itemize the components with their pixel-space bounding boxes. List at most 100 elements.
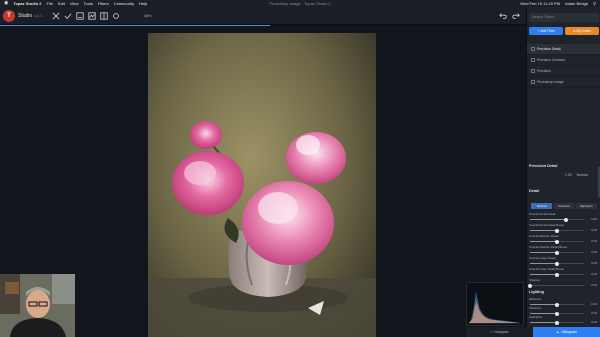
navigator-icon: □ (490, 330, 493, 334)
lighting-slider[interactable]: Highlights 0.00 (529, 315, 599, 327)
slider-value[interactable]: 0.00 (591, 228, 597, 232)
undo-icon[interactable] (498, 11, 507, 20)
lighting-section: Lighting (527, 290, 600, 294)
layer-item[interactable]: Precision Contrast (527, 55, 600, 66)
slider-label: Shadows (529, 306, 542, 310)
slider-value[interactable]: 0.00 (591, 283, 597, 287)
image-canvas[interactable] (0, 26, 526, 337)
studio-version: 4.4.3 (33, 12, 43, 18)
slider-value[interactable]: 0.66 (591, 217, 597, 221)
layer-item[interactable]: Precision (527, 66, 600, 77)
tab-shadows[interactable]: Shadows (553, 203, 575, 209)
slider-handle[interactable] (555, 228, 559, 233)
looks-icon: ● (573, 29, 576, 33)
navigator-label: Navigator (494, 330, 509, 334)
menu-help[interactable]: Help (139, 1, 147, 6)
menu-file[interactable]: File (47, 1, 53, 6)
layer-item[interactable]: Precision Detail (527, 44, 600, 55)
slider-label: Overall Small Detail Boost (529, 223, 564, 227)
histogram-view (466, 282, 524, 326)
slider-handle[interactable] (563, 217, 568, 222)
slider-handle[interactable] (528, 283, 532, 288)
layer-label: Precision (537, 69, 551, 73)
redo-icon[interactable] (511, 11, 520, 20)
slider-handle[interactable] (555, 261, 559, 266)
menu-tools[interactable]: Tools (84, 1, 93, 6)
undo-redo-group (498, 11, 520, 20)
studio-name: Studio (18, 12, 33, 19)
preview-icon[interactable] (87, 11, 96, 20)
compare-icon[interactable] (75, 11, 84, 20)
slider-value[interactable]: 0.00 (591, 272, 597, 276)
slider-track[interactable] (528, 283, 584, 288)
slider-fill (530, 252, 557, 253)
slider-handle[interactable] (555, 239, 559, 244)
mask-icon[interactable] (63, 11, 72, 20)
visibility-icon[interactable] (531, 47, 535, 51)
topaz-logo-icon[interactable]: T (3, 9, 15, 22)
slider-handle[interactable] (555, 320, 559, 325)
studio-label: Studio 4.4.3 (18, 13, 42, 19)
detail-section-title[interactable]: Detail (529, 189, 539, 193)
layer-list: Precision Detail Precision Contrast Prec… (527, 44, 600, 88)
layer-item[interactable]: Photoshop Image (527, 77, 600, 88)
looks-button[interactable]: ● My Looks (565, 27, 599, 35)
slider-fill (530, 219, 566, 220)
opacity-value[interactable]: 1.00 (565, 173, 572, 177)
painted-peony-image[interactable] (148, 33, 376, 337)
slider-track[interactable] (530, 302, 584, 307)
slider-label: Overall Medium Detail (529, 234, 559, 238)
slider-track[interactable] (530, 250, 584, 255)
menu-filters[interactable]: Filters (98, 1, 109, 6)
slider-handle[interactable] (555, 250, 559, 255)
visibility-icon[interactable] (531, 58, 535, 62)
menu-view[interactable]: View (70, 1, 79, 6)
slider-value[interactable]: 0.00 (591, 261, 597, 265)
detail-tabs: Normal Shadows Highlights (531, 203, 597, 209)
tab-normal[interactable]: Normal (531, 203, 553, 209)
slider-track[interactable] (530, 217, 584, 222)
slider-value[interactable]: 0.00 (591, 250, 597, 254)
menubar-user[interactable]: Adam Bridge (565, 1, 588, 6)
slider-value[interactable]: 0.00 (591, 320, 597, 324)
slider-track[interactable] (530, 239, 584, 244)
looks-label: My Looks (576, 29, 591, 33)
slider-fill (530, 304, 557, 305)
main-toolbar: T Studio 4.4.3 48% (0, 7, 526, 25)
lighting-section-title[interactable]: Lighting (529, 290, 544, 294)
zoom-level[interactable]: 48% (143, 13, 151, 18)
slider-handle[interactable] (555, 272, 559, 277)
plus-icon: + (537, 29, 540, 33)
slider-fill (530, 322, 557, 323)
split-view-icon[interactable] (99, 11, 108, 20)
menubar-clock[interactable]: Wed Feb 19 11:15 PM (520, 1, 560, 6)
tab-navigator[interactable]: □ Navigator (466, 327, 533, 337)
add-filter-button[interactable]: + Add Filter (529, 27, 563, 35)
detail-slider[interactable]: Sharpen 0.00 (528, 278, 599, 290)
layer-label: Precision Detail (537, 47, 561, 51)
apple-icon[interactable]: ◉ (4, 0, 8, 7)
slider-track[interactable] (530, 311, 584, 316)
settings-icon[interactable] (111, 11, 120, 20)
menu-community[interactable]: Community (114, 1, 134, 6)
slider-value[interactable]: 0.00 (591, 239, 597, 243)
slider-fill (530, 241, 557, 242)
tab-highlights[interactable]: Highlights (575, 203, 597, 209)
search-icon[interactable]: ⚲ (593, 1, 596, 6)
panel-button-row: + Add Filter ● My Looks (529, 27, 599, 35)
slider-track[interactable] (530, 272, 584, 277)
slider-track[interactable] (530, 320, 584, 325)
slider-fill (530, 313, 557, 314)
visibility-icon[interactable] (531, 69, 535, 73)
layer-label: Photoshop Image (537, 80, 564, 84)
slider-track[interactable] (530, 228, 584, 233)
image-icon[interactable] (531, 80, 535, 84)
slider-track[interactable] (530, 261, 584, 266)
filter-search-input[interactable]: Search Filters (529, 13, 599, 22)
menu-app-name[interactable]: Topaz Studio 2 (13, 1, 41, 6)
slider-label: Sharpen (529, 278, 541, 282)
blend-mode-select[interactable]: Normal (577, 173, 588, 177)
crop-icon[interactable] (51, 11, 60, 20)
tab-histogram[interactable]: ▲ Histogram (533, 327, 600, 337)
menu-edit[interactable]: Edit (58, 1, 65, 6)
